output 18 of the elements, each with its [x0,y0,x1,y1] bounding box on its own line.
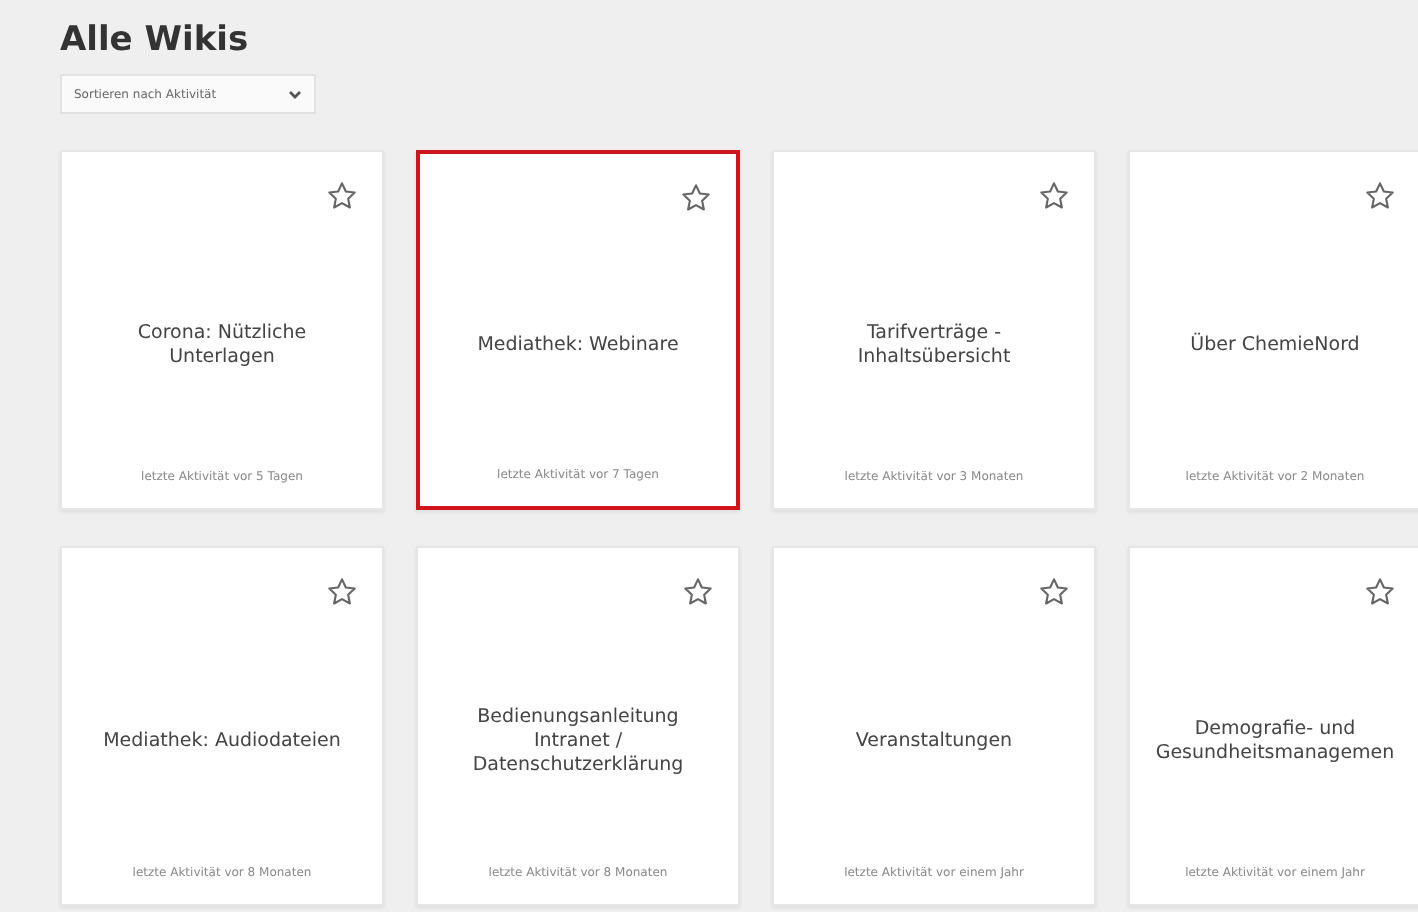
star-icon[interactable] [1364,576,1396,608]
star-icon[interactable] [326,576,358,608]
wiki-title: Demografie- und Gesundheitsmanagemen [1155,717,1395,765]
star-icon[interactable] [1038,576,1070,608]
chevron-down-icon [288,89,302,99]
wiki-title: Über ChemieNord [1190,333,1360,357]
wiki-title: Veranstaltungen [855,729,1013,753]
star-icon[interactable] [1364,180,1396,212]
star-icon[interactable] [680,182,712,214]
star-icon[interactable] [1038,180,1070,212]
wiki-title: Tarifverträge - Inhaltsübersicht [855,321,1013,369]
wiki-title: Mediathek: Audiodateien [103,729,341,753]
wiki-title: Mediathek: Webinare [477,333,679,357]
wiki-title: Bedienungsanleitung Intranet / Datenschutzerklärung [470,705,686,777]
star-icon[interactable] [682,576,714,608]
page-title: Alle Wikis [60,20,251,60]
star-icon[interactable] [326,180,358,212]
wiki-title: Corona: Nützliche Unterlagen [135,321,309,369]
